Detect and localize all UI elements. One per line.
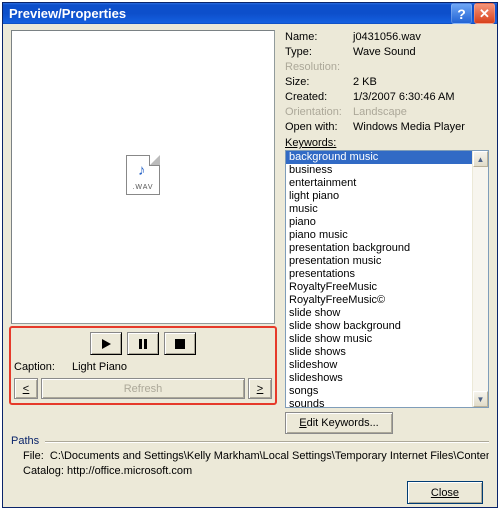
catalog-path-row: Catalog: http://office.microsoft.com (11, 465, 489, 477)
name-label: Name: (285, 30, 353, 44)
keyword-item[interactable]: slide show (286, 307, 472, 320)
window-title: Preview/Properties (9, 6, 451, 21)
next-button[interactable]: > (248, 378, 272, 399)
keywords-listbox[interactable]: background musicbusinessentertainmentlig… (285, 150, 489, 408)
keyword-item[interactable]: slideshow (286, 359, 472, 372)
keyword-item[interactable]: presentation music (286, 255, 472, 268)
size-label: Size: (285, 75, 353, 89)
caption-value: Light Piano (72, 361, 127, 373)
orientation-value: Landscape (353, 105, 489, 119)
keyword-item[interactable]: RoyaltyFreeMusic© (286, 294, 472, 307)
stop-button[interactable] (164, 332, 196, 355)
close-button[interactable]: Close (407, 481, 483, 504)
keyword-item[interactable]: business (286, 164, 472, 177)
keyword-item[interactable]: light piano (286, 190, 472, 203)
keywords-scrollbar[interactable]: ▲ ▼ (472, 151, 488, 407)
keyword-item[interactable]: RoyaltyFreeMusic (286, 281, 472, 294)
paths-group-label: Paths (11, 435, 489, 447)
keyword-item[interactable]: slide show music (286, 333, 472, 346)
keyword-item[interactable]: entertainment (286, 177, 472, 190)
prev-button[interactable]: < (14, 378, 38, 399)
keyword-item[interactable]: slide show background (286, 320, 472, 333)
playback-controls-region: Caption: Light Piano < Refresh > (9, 326, 277, 405)
size-value: 2 KB (353, 75, 489, 89)
scroll-up-icon[interactable]: ▲ (473, 151, 488, 167)
orientation-label: Orientation: (285, 105, 353, 119)
keyword-item[interactable]: songs (286, 385, 472, 398)
pause-button[interactable] (127, 332, 159, 355)
type-label: Type: (285, 45, 353, 59)
keyword-item[interactable]: music (286, 203, 472, 216)
keyword-item[interactable]: piano (286, 216, 472, 229)
refresh-button[interactable]: Refresh (41, 378, 245, 399)
file-path-row: File: C:\Documents and Settings\Kelly Ma… (11, 450, 489, 462)
keyword-item[interactable]: slideshows (286, 372, 472, 385)
titlebar: Preview/Properties ? ✕ (3, 3, 497, 24)
keywords-label: Keywords: (285, 137, 489, 149)
resolution-label: Resolution: (285, 60, 353, 74)
caption-label: Caption: (14, 361, 66, 373)
keyword-item[interactable]: presentations (286, 268, 472, 281)
keyword-item[interactable]: sounds (286, 398, 472, 407)
keyword-item[interactable]: background music (286, 151, 472, 164)
created-label: Created: (285, 90, 353, 104)
created-value: 1/3/2007 6:30:46 AM (353, 90, 489, 104)
edit-keywords-button[interactable]: Edit Keywords... (285, 412, 393, 434)
music-note-icon: ♪ (138, 162, 146, 179)
keyword-item[interactable]: presentation background (286, 242, 472, 255)
keyword-item[interactable]: slide shows (286, 346, 472, 359)
type-value: Wave Sound (353, 45, 489, 59)
keyword-item[interactable]: piano music (286, 229, 472, 242)
scroll-down-icon[interactable]: ▼ (473, 391, 488, 407)
resolution-value (353, 60, 489, 74)
help-button[interactable]: ? (451, 3, 472, 24)
openwith-label: Open with: (285, 120, 353, 134)
name-value: j0431056.wav (353, 30, 489, 44)
openwith-value: Windows Media Player (353, 120, 489, 134)
close-window-button[interactable]: ✕ (474, 3, 495, 24)
preview-properties-dialog: Preview/Properties ? ✕ ♪ .WAV (2, 2, 498, 508)
wav-file-icon: ♪ .WAV (126, 155, 160, 199)
preview-pane: ♪ .WAV (11, 30, 275, 324)
play-button[interactable] (90, 332, 122, 355)
